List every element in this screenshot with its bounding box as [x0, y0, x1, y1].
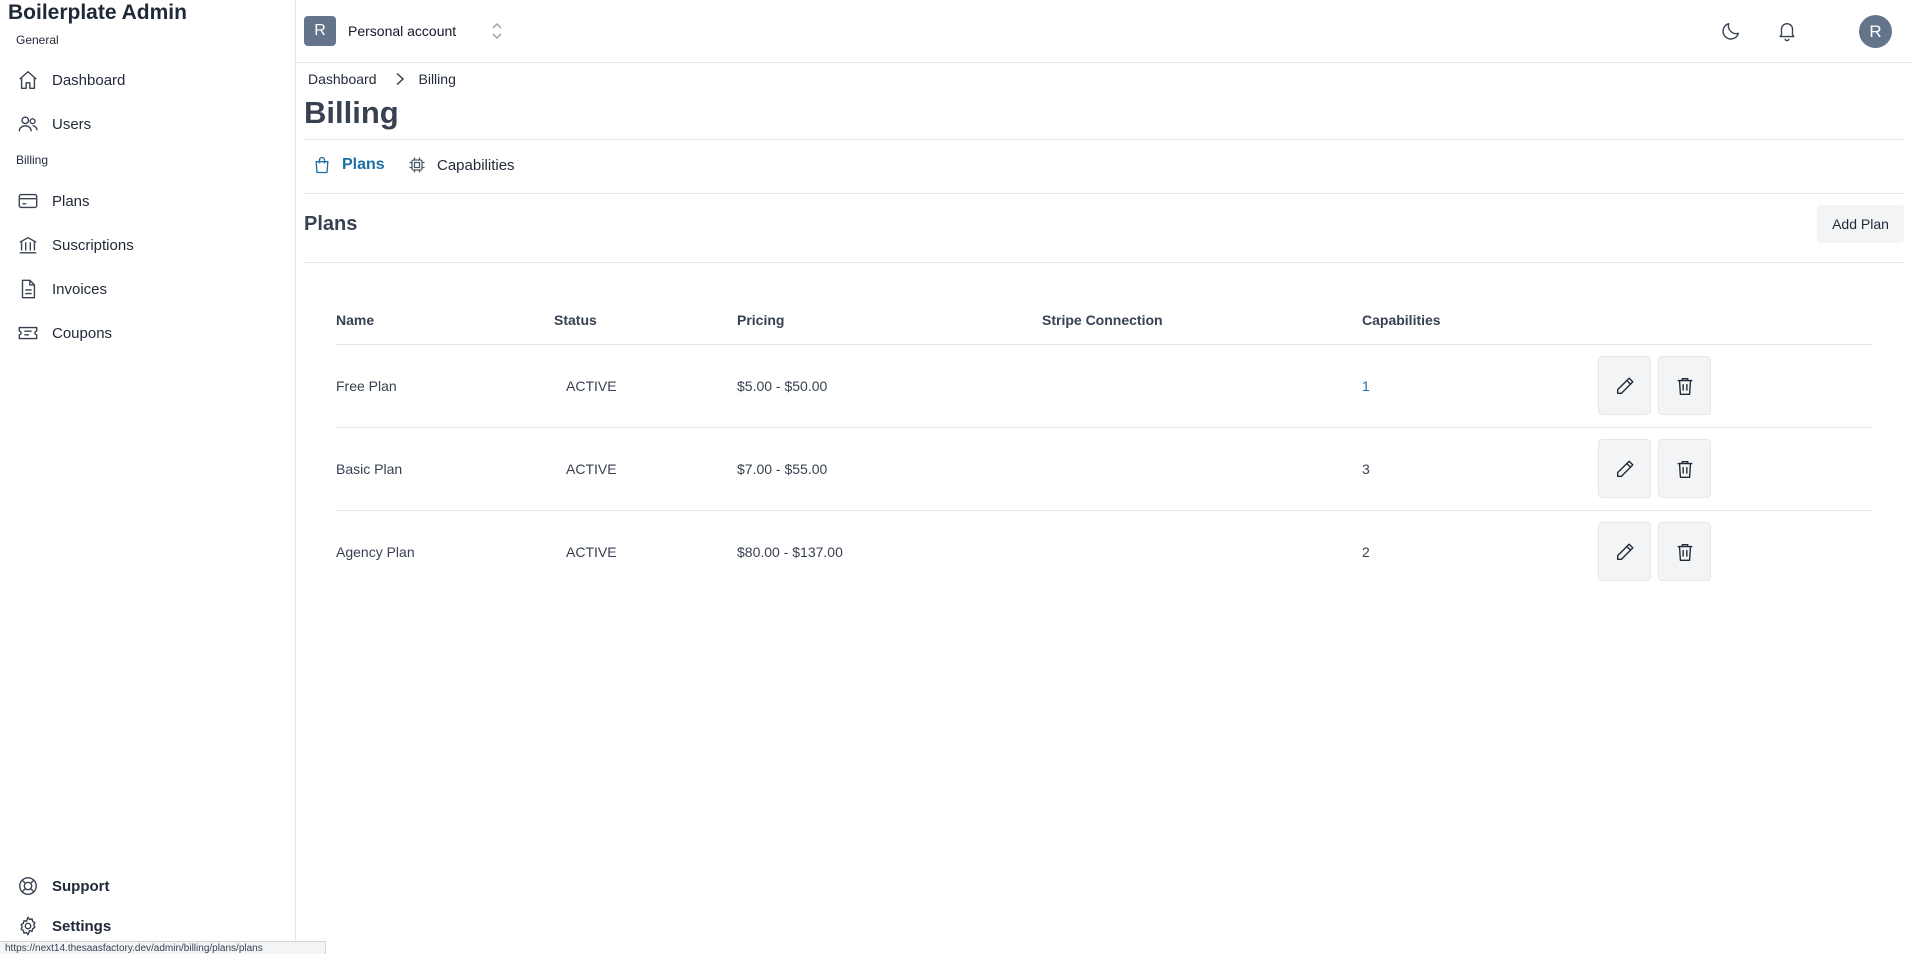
- trash-icon: [1677, 543, 1692, 561]
- sidebar-item-settings[interactable]: Settings: [16, 911, 276, 941]
- plan-capabilities: 3: [1362, 427, 1598, 511]
- plan-pricing: $5.00 - $50.00: [737, 344, 1042, 428]
- sidebar-item-label: Settings: [52, 917, 112, 935]
- sidebar-item-coupons[interactable]: Coupons: [16, 318, 276, 348]
- bell-icon[interactable]: [1772, 16, 1802, 46]
- tab-capabilities[interactable]: Capabilities: [407, 155, 515, 175]
- plan-name: Basic Plan: [336, 427, 554, 511]
- row-actions: [1598, 344, 1872, 428]
- plan-capabilities: 1: [1362, 344, 1598, 428]
- column-header-name: Name: [336, 296, 554, 345]
- sidebar-item-invoices[interactable]: Invoices: [16, 274, 276, 304]
- section-label-billing: Billing: [16, 153, 49, 167]
- topbar: R Personal account R: [296, 0, 1913, 63]
- divider: [304, 139, 1904, 140]
- sidebar-item-label: Invoices: [52, 280, 108, 298]
- edit-button[interactable]: [1598, 522, 1651, 582]
- account-avatar: R: [304, 16, 336, 46]
- row-actions: [1598, 427, 1872, 511]
- user-avatar[interactable]: R: [1859, 15, 1892, 48]
- sidebar-item-label: Support: [52, 877, 110, 895]
- plan-pricing: $80.00 - $137.00: [737, 543, 843, 560]
- trash-icon: [1677, 460, 1692, 478]
- tab-label: Plans: [342, 156, 385, 173]
- plan-status: ACTIVE: [566, 543, 617, 560]
- chip-icon: [407, 155, 427, 175]
- breadcrumb: Dashboard Billing: [308, 71, 456, 87]
- breadcrumb-item-billing: Billing: [418, 71, 456, 87]
- sidebar-item-support[interactable]: Support: [16, 871, 276, 901]
- tab-label: Capabilities: [437, 156, 515, 174]
- sidebar: Boilerplate Admin General Dashboard User…: [0, 0, 296, 954]
- moon-icon[interactable]: [1716, 16, 1746, 46]
- sidebar-item-plans[interactable]: Plans: [16, 186, 276, 216]
- gear-icon: [16, 914, 40, 938]
- plan-pricing: $7.00 - $55.00: [737, 427, 1042, 511]
- table-row: Basic Plan ACTIVE $7.00 - $55.00 3: [336, 427, 1872, 511]
- plan-stripe-connection: [1042, 344, 1362, 428]
- plans-table: Name Status Pricing Stripe Connection Ca…: [336, 296, 1872, 593]
- credit-card-icon: [16, 189, 40, 213]
- column-header-actions: [1598, 296, 1872, 345]
- column-header-stripe-connection: Stripe Connection: [1042, 296, 1362, 345]
- table-header-row: Name Status Pricing Stripe Connection Ca…: [336, 296, 1872, 345]
- app-brand: Boilerplate Admin: [8, 1, 187, 24]
- plan-status: ACTIVE: [554, 344, 737, 428]
- delete-button[interactable]: [1658, 439, 1711, 498]
- plan-status: ACTIVE: [554, 427, 737, 511]
- sidebar-item-label: Users: [52, 115, 92, 133]
- section-title: Plans: [304, 213, 358, 235]
- chevron-up-down-icon: [490, 21, 504, 41]
- account-switcher[interactable]: R Personal account: [304, 16, 504, 46]
- ticket-icon: [16, 321, 40, 345]
- pencil-icon: [1616, 377, 1633, 394]
- row-actions: [1598, 510, 1872, 593]
- breadcrumb-item-dashboard[interactable]: Dashboard: [308, 71, 377, 87]
- column-header-pricing: Pricing: [737, 296, 1042, 345]
- capabilities-link[interactable]: 1: [1362, 378, 1370, 394]
- plan-name: Free Plan: [336, 344, 554, 428]
- page-title: Billing: [304, 95, 399, 130]
- document-icon: [16, 277, 40, 301]
- divider: [304, 262, 1904, 263]
- delete-button[interactable]: [1658, 356, 1711, 415]
- sidebar-item-label: Coupons: [52, 324, 113, 342]
- divider: [304, 193, 1904, 194]
- column-header-capabilities: Capabilities: [1362, 296, 1598, 345]
- home-icon: [16, 68, 40, 92]
- sidebar-item-dashboard[interactable]: Dashboard: [16, 65, 276, 95]
- plan-capabilities: 2: [1362, 543, 1370, 560]
- table-row: Free Plan ACTIVE $5.00 - $50.00 1: [336, 344, 1872, 428]
- lifebuoy-icon: [16, 874, 40, 898]
- sidebar-item-label: Suscriptions: [52, 236, 134, 254]
- users-icon: [16, 112, 40, 136]
- sidebar-item-label: Plans: [52, 192, 90, 210]
- delete-button[interactable]: [1658, 522, 1711, 582]
- section-label-general: General: [16, 33, 59, 47]
- plan-name: Agency Plan: [336, 543, 415, 560]
- tab-plans[interactable]: Plans: [312, 155, 385, 175]
- chevron-right-icon: [395, 72, 405, 86]
- column-header-status: Status: [554, 296, 737, 345]
- add-plan-button[interactable]: Add Plan: [1817, 205, 1904, 243]
- pencil-icon: [1616, 543, 1633, 560]
- shopping-bag-icon: [312, 155, 332, 175]
- plan-stripe-connection: [1042, 510, 1362, 593]
- plan-stripe-connection: [1042, 427, 1362, 511]
- table-row: Agency Plan ACTIVE $80.00 - $137.00 2: [336, 510, 1872, 593]
- pencil-icon: [1616, 460, 1633, 477]
- sidebar-item-subscriptions[interactable]: Suscriptions: [16, 230, 276, 260]
- sidebar-item-users[interactable]: Users: [16, 109, 276, 139]
- sidebar-item-label: Dashboard: [52, 71, 126, 89]
- trash-icon: [1677, 377, 1692, 395]
- account-name: Personal account: [348, 23, 457, 39]
- edit-button[interactable]: [1598, 439, 1651, 498]
- bank-icon: [16, 233, 40, 257]
- edit-button[interactable]: [1598, 356, 1651, 415]
- status-bar-url: https://next14.thesaasfactory.dev/admin/…: [0, 941, 326, 954]
